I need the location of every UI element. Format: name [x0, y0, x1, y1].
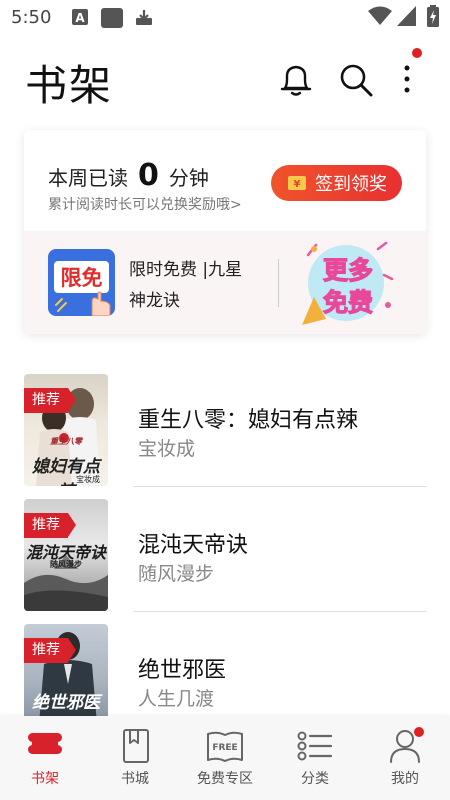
book-title: 混沌天帝诀: [138, 533, 249, 558]
bottom-nav: 书架 书城 FREE 免费专区 分类 我的: [0, 716, 450, 800]
signal-icon: [397, 6, 416, 26]
nav-free-zone-label: 免费专区: [197, 771, 253, 787]
book-tag: 推荐: [24, 513, 76, 538]
bookshelf-icon: [28, 733, 62, 754]
reading-card: 本周已读 0 分钟 累计阅读时长可以兑换奖励哦> ¥ 签到领奖 限免 限时免费 …: [24, 130, 426, 334]
svg-text:¥: ¥: [294, 179, 301, 190]
nav-bookshelf[interactable]: 书架: [0, 716, 90, 800]
reading-unit: 分钟: [168, 166, 209, 190]
book-author: 宝妆成: [138, 438, 196, 460]
free-book-icon: FREE: [207, 731, 243, 762]
row-divider: [134, 486, 426, 487]
sparkle-icon: [55, 298, 67, 312]
book-row[interactable]: 推荐 重生八零 媳妇有点辣 宝妆成 重生八零：媳妇有点辣 宝妆成: [0, 372, 450, 487]
more-menu-icon[interactable]: [398, 62, 416, 98]
app-notification-icon: [101, 8, 123, 28]
status-time: 5:50: [11, 7, 52, 28]
more-free-text-1: 更多: [323, 256, 373, 285]
coupon-icon: ¥: [288, 176, 306, 190]
reading-label: 本周已读: [48, 166, 128, 190]
free-promo[interactable]: 限免 限时免费 |九星神龙诀 更多 免费: [24, 231, 426, 334]
book-row[interactable]: 推荐 混沌天帝诀 随风漫步 混沌天帝诀 随风漫步: [0, 497, 450, 612]
status-bar: 5:50 A: [0, 0, 450, 36]
free-promo-title: 限时免费 |九星神龙诀: [129, 260, 243, 311]
search-icon[interactable]: [338, 62, 374, 98]
row-divider: [134, 611, 426, 612]
reading-minutes: 0: [138, 158, 159, 193]
free-badge: 限免: [48, 249, 115, 316]
cover-author: 随风漫步: [50, 559, 82, 569]
download-icon: [136, 10, 152, 25]
book-author: 随风漫步: [138, 563, 215, 585]
more-free-banner[interactable]: 更多 免费: [296, 235, 396, 331]
nav-profile-label: 我的: [391, 771, 419, 787]
wifi-icon: [368, 6, 392, 25]
book-title: 绝世邪医: [138, 658, 227, 683]
more-menu-badge: [412, 48, 422, 58]
checkin-button[interactable]: ¥ 签到领奖: [271, 165, 402, 201]
cover-small-title: 重生八零: [50, 436, 82, 446]
book-author: 人生几渡: [138, 688, 215, 710]
book-tag: 推荐: [24, 638, 76, 663]
checkin-label: 签到领奖: [315, 174, 387, 195]
nav-bookstore[interactable]: 书城: [90, 716, 180, 800]
svg-text:A: A: [75, 11, 85, 25]
page-title: 书架: [25, 61, 114, 110]
cover-title: 绝世邪医: [32, 693, 100, 713]
font-notification-icon: A: [72, 9, 88, 25]
more-free-text-2: 免费: [323, 288, 373, 317]
pointing-hand-icon: [91, 291, 111, 316]
reading-subtitle[interactable]: 累计阅读时长可以兑换奖励哦>: [48, 194, 242, 214]
reading-stats[interactable]: 本周已读 0 分钟 累计阅读时长可以兑换奖励哦> ¥ 签到领奖: [24, 130, 426, 230]
book-title: 重生八零：媳妇有点辣: [138, 408, 359, 433]
free-icon-text: FREE: [212, 743, 237, 753]
book-cover: 推荐 混沌天帝诀 随风漫步: [24, 499, 108, 611]
nav-category-label: 分类: [301, 771, 329, 787]
book-cover: 推荐 重生八零 媳妇有点辣 宝妆成: [24, 374, 108, 486]
nav-category[interactable]: 分类: [270, 716, 360, 800]
battery-icon: [427, 5, 439, 27]
promo-divider: [278, 259, 279, 307]
nav-free-zone[interactable]: FREE 免费专区: [180, 716, 270, 800]
nav-profile[interactable]: 我的: [360, 716, 450, 800]
bell-icon[interactable]: [278, 62, 314, 98]
nav-bookstore-label: 书城: [121, 771, 149, 787]
nav-bookshelf-label: 书架: [31, 771, 59, 787]
category-list-icon: [297, 731, 333, 761]
profile-badge: [414, 727, 424, 737]
free-badge-text: 限免: [54, 261, 109, 293]
book-icon: [123, 729, 149, 763]
cover-author: 宝妆成: [76, 475, 100, 484]
book-tag: 推荐: [24, 388, 76, 413]
